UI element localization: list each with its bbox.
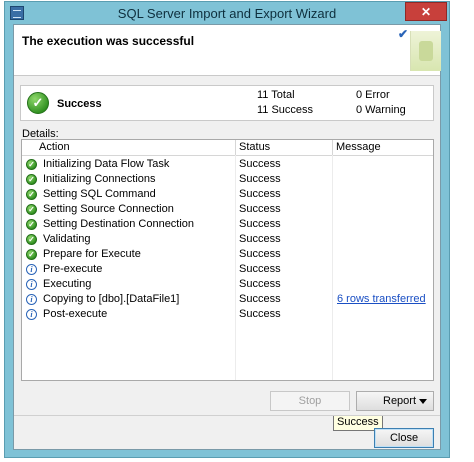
footer-divider [14,415,440,416]
info-icon: i [26,309,37,320]
table-row[interactable]: i Copying to [dbo].[DataFile1] Success 6 ro… [22,292,433,307]
column-header-status[interactable]: Status [239,141,270,155]
summary-panel: ✓ Success 11 Total 11 Success 0 Error 0 … [20,85,434,121]
row-status: Success [239,248,281,260]
success-count: 11 Success [257,104,314,116]
error-count: 0 Error [356,89,390,101]
details-table[interactable]: Action Status Message ✓ Initializing Data… [21,139,434,431]
success-check-icon: ✓ [26,234,37,245]
stop-button[interactable]: Stop [270,391,350,411]
close-button[interactable]: Close [374,428,434,448]
header-check-icon: ✔ [398,27,409,41]
column-header-action[interactable]: Action [39,141,70,155]
column-header-message[interactable]: Message [336,141,381,155]
row-action: Setting Source Connection [43,203,174,215]
column-separator[interactable] [332,140,333,155]
page-title: The execution was successful [22,34,195,48]
success-check-icon: ✓ [27,92,49,114]
table-row[interactable]: ✓ Prepare for Execute Success [22,247,433,262]
table-row[interactable]: i Executing Success [22,277,433,292]
row-status: Success [239,203,281,215]
wizard-window: SQL Server Import and Export Wizard ✕ Th… [4,1,450,458]
wizard-banner-graphic [410,31,441,71]
info-icon: i [26,279,37,290]
row-action: Initializing Data Flow Task [43,158,170,170]
table-row[interactable]: i Pre-execute Success [22,262,433,277]
table-row[interactable]: ✓ Initializing Data Flow Task Success [22,157,433,172]
success-check-icon: ✓ [26,204,37,215]
window-title: SQL Server Import and Export Wizard [117,6,337,21]
title-bar[interactable]: SQL Server Import and Export Wizard ✕ [5,2,449,24]
row-status: Success [239,293,281,305]
row-action: Executing [43,278,92,290]
info-icon: i [26,264,37,275]
close-window-button[interactable]: ✕ [405,2,447,21]
success-check-icon: ✓ [26,249,37,260]
dropdown-arrow-icon [419,399,427,404]
row-action: Post-execute [43,308,108,320]
report-button-label: Report [383,395,417,407]
row-action: Validating [43,233,91,245]
table-row[interactable]: ✓ Setting SQL Command Success [22,187,433,202]
row-action: Setting SQL Command [43,188,156,200]
row-status: Success [239,263,281,275]
success-check-icon: ✓ [26,159,37,170]
table-row[interactable]: ✓ Initializing Connections Success [22,172,433,187]
row-status: Success [239,158,281,170]
table-row[interactable]: i Post-execute Success [22,307,433,322]
row-status: Success [239,233,281,245]
row-status: Success [239,308,281,320]
header-band: The execution was successful ✔ [14,25,441,76]
row-action: Setting Destination Connection [43,218,195,230]
report-button[interactable]: Report [356,391,434,411]
info-icon: i [26,294,37,305]
row-status: Success [239,218,281,230]
total-count: 11 Total [257,89,295,101]
column-separator[interactable] [235,140,236,155]
table-row[interactable]: ✓ Validating Success [22,232,433,247]
row-status: Success [239,173,281,185]
success-check-icon: ✓ [26,189,37,200]
row-status: Success [239,188,281,200]
success-check-icon: ✓ [26,219,37,230]
row-action: Copying to [dbo].[DataFile1] [43,293,180,305]
warning-count: 0 Warning [356,104,406,116]
success-check-icon: ✓ [26,174,37,185]
row-message-link[interactable]: 6 rows transferred [337,292,426,307]
table-row[interactable]: ✓ Setting Destination Connection Success [22,217,433,232]
summary-status-label: Success [57,98,102,110]
table-row[interactable]: ✓ Setting Source Connection Success [22,202,433,217]
row-action: Initializing Connections [43,173,156,185]
row-action: Pre-execute [43,263,103,275]
row-status: Success [239,278,281,290]
wizard-client-area: The execution was successful ✔ ✓ Success… [13,24,441,450]
table-header: Action Status Message [22,140,433,156]
row-action: Prepare for Execute [43,248,141,260]
